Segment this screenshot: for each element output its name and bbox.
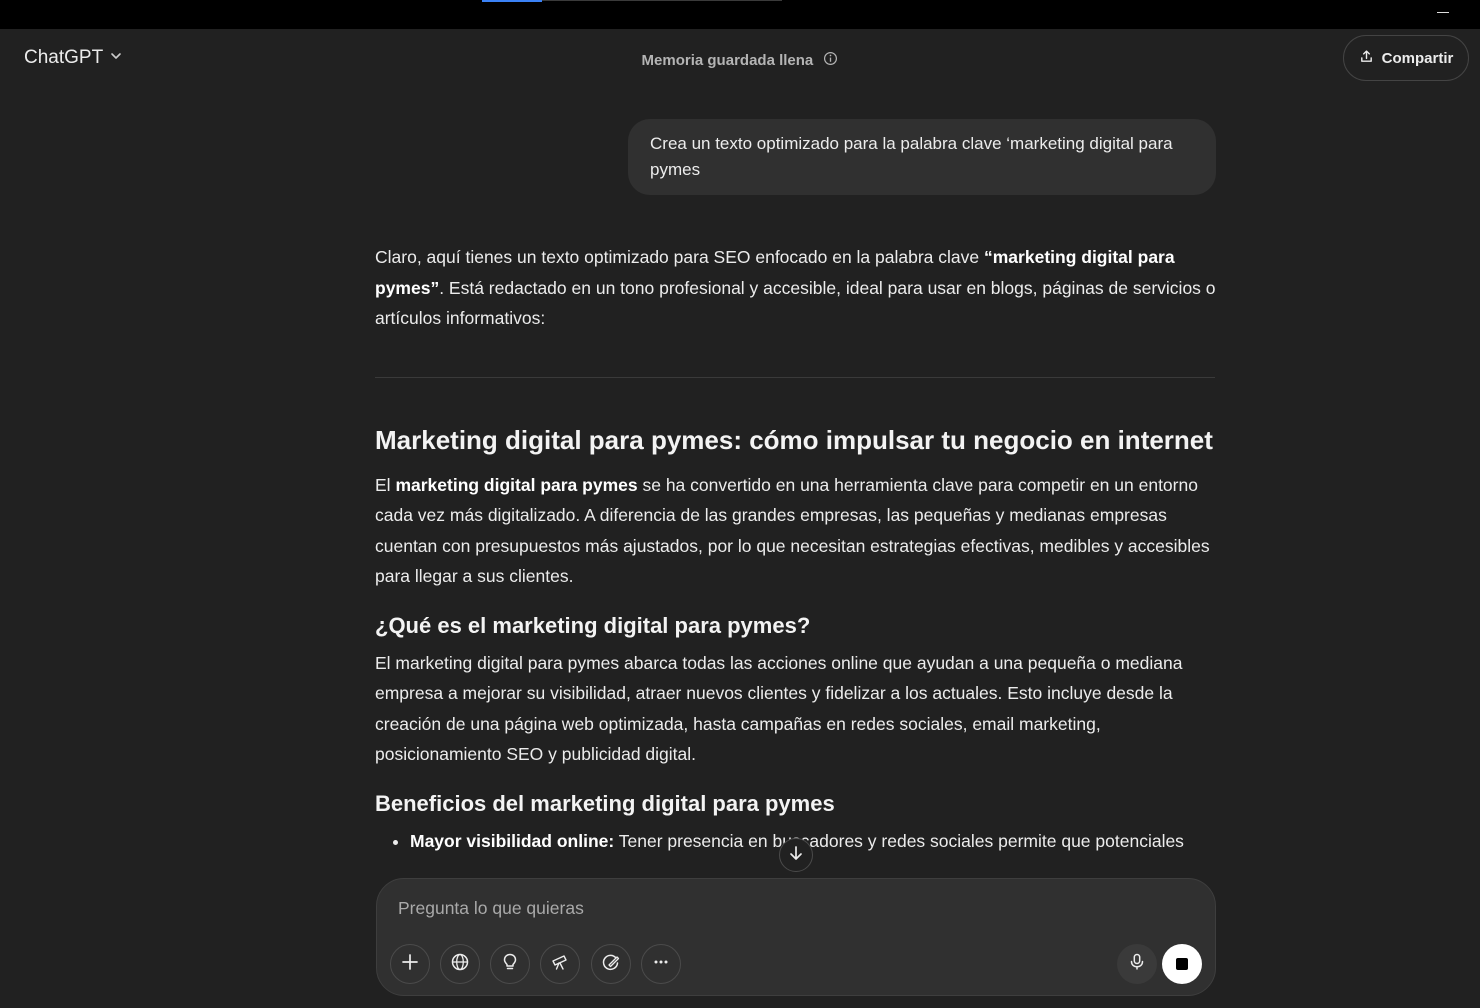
prompt-input[interactable]: Pregunta lo que quieras: [398, 898, 584, 919]
share-icon: [1359, 49, 1374, 68]
user-message-text: Crea un texto optimizado para la palabra…: [650, 134, 1173, 179]
intro-text: Claro, aquí tienes un texto optimizado p…: [375, 247, 984, 267]
intro-paragraph: Claro, aquí tienes un texto optimizado p…: [375, 242, 1217, 334]
window-titlebar: [0, 0, 1480, 29]
memory-status: Memoria guardada llena: [0, 51, 1480, 70]
article-heading: Marketing digital para pymes: cómo impul…: [375, 424, 1213, 455]
add-attachment-button[interactable]: [390, 944, 430, 984]
list-item: Mayor visibilidad online: Tener presenci…: [410, 826, 1217, 857]
more-icon: [651, 952, 671, 977]
para1-start: El: [375, 474, 396, 495]
globe-icon: [450, 952, 470, 977]
share-label: Compartir: [1381, 49, 1454, 67]
scroll-to-bottom-button[interactable]: [779, 838, 813, 872]
chat-header: ChatGPT Memoria guardada llena Compartir: [0, 29, 1480, 91]
article-paragraph-2: El marketing digital para pymes abarca t…: [375, 652, 1183, 765]
minimize-button[interactable]: [1437, 12, 1449, 13]
stop-icon: [1176, 958, 1188, 970]
reason-button[interactable]: [490, 944, 530, 984]
info-icon[interactable]: [823, 51, 838, 70]
user-message: Crea un texto optimizado para la palabra…: [628, 119, 1216, 195]
create-image-button[interactable]: [591, 944, 631, 984]
deep-research-button[interactable]: [540, 944, 580, 984]
more-tools-button[interactable]: [641, 944, 681, 984]
article-paragraph-1: El marketing digital para pymes se ha co…: [375, 470, 1217, 592]
list-item-title: Mayor visibilidad online:: [410, 830, 615, 851]
stop-generating-button[interactable]: [1162, 944, 1202, 984]
memory-status-text: Memoria guardada llena: [641, 52, 814, 69]
intro-text-end: . Está redactado en un tono profesional …: [375, 277, 1216, 329]
dictate-button[interactable]: [1117, 944, 1157, 984]
share-button[interactable]: Compartir: [1343, 35, 1469, 81]
list-item-text: Tener presencia en buscadores y redes so…: [614, 830, 1184, 851]
plus-icon: [400, 952, 420, 977]
image-brush-icon: [601, 952, 621, 977]
assistant-message: Claro, aquí tienes un texto optimizado p…: [375, 242, 1217, 856]
telescope-icon: [550, 952, 570, 977]
para1-keyword: marketing digital para pymes: [395, 474, 638, 495]
lightbulb-icon: [500, 952, 520, 977]
microphone-icon: [1127, 952, 1147, 977]
arrow-down-icon: [787, 844, 805, 867]
subheading-benefits: Beneficios del marketing digital para py…: [375, 790, 835, 816]
composer: Pregunta lo que quieras: [376, 878, 1216, 996]
divider: [375, 376, 1215, 378]
subheading-what-is: ¿Qué es el marketing digital para pymes?: [375, 612, 811, 638]
search-web-button[interactable]: [440, 944, 480, 984]
active-tab-indicator[interactable]: [482, 0, 542, 2]
